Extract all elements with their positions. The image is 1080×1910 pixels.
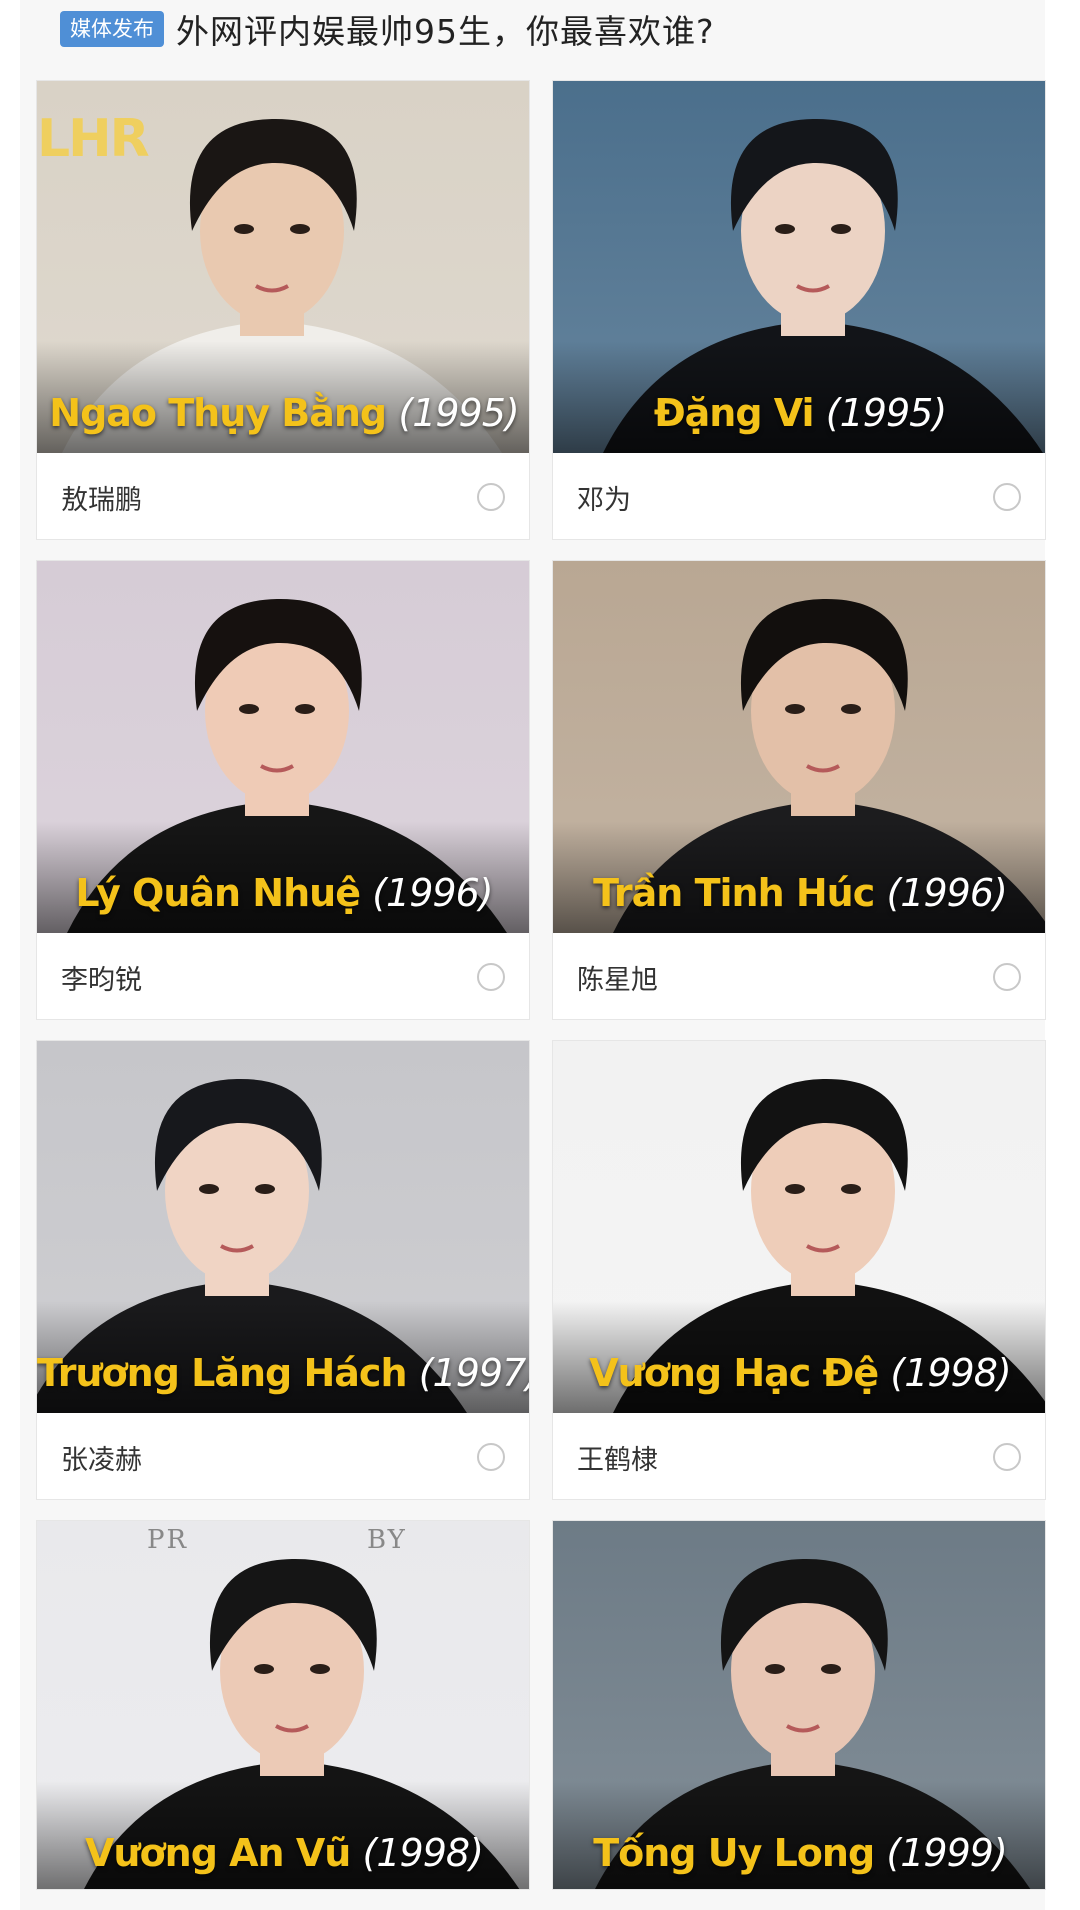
- caption-name: Vương An Vũ: [85, 1831, 351, 1875]
- candidate-photo: Đặng Vi (1995): [553, 81, 1045, 453]
- candidate-photo: Tống Uy Long (1999): [553, 1521, 1045, 1889]
- photo-caption: Lý Quân Nhuệ (1996): [37, 871, 529, 915]
- option-row[interactable]: 敖瑞鹏: [37, 453, 529, 539]
- caption-year: (1998): [890, 1351, 1011, 1395]
- caption-space: [814, 391, 826, 435]
- candidate-card[interactable]: LHR Ngao Thụy Bằng (1995) 敖瑞鹏: [36, 80, 530, 540]
- caption-name: Trần Tinh Húc: [593, 871, 875, 915]
- option-label: 敖瑞鹏: [61, 484, 142, 516]
- option-label: 李昀锐: [61, 964, 142, 996]
- option-radio[interactable]: [993, 1443, 1021, 1471]
- caption-space: [874, 871, 886, 915]
- backdrop-text-left: PR: [147, 1525, 189, 1555]
- photo-caption: Ngao Thụy Bằng (1995): [37, 391, 529, 435]
- candidate-photo: Trương Lăng Hách (1997): [37, 1041, 530, 1413]
- caption-year: (1996): [886, 871, 1007, 915]
- option-radio[interactable]: [993, 483, 1021, 511]
- option-radio[interactable]: [477, 1443, 505, 1471]
- poll-header: 媒体发布 外网评内娱最帅95生，你最喜欢谁?: [60, 0, 1040, 58]
- option-row[interactable]: 李昀锐: [37, 933, 529, 1019]
- poll-title: 外网评内娱最帅95生，你最喜欢谁?: [176, 12, 715, 51]
- caption-space: [878, 1351, 890, 1395]
- photo-caption: Trần Tinh Húc (1996): [553, 871, 1045, 915]
- caption-space: [407, 1351, 419, 1395]
- candidate-card[interactable]: Trần Tinh Húc (1996) 陈星旭: [552, 560, 1046, 1020]
- option-row[interactable]: 张凌赫: [37, 1413, 529, 1499]
- caption-year: (1997): [418, 1351, 530, 1395]
- caption-year: (1996): [372, 871, 493, 915]
- option-row[interactable]: 邓为: [553, 453, 1045, 539]
- candidate-photo: Lý Quân Nhuệ (1996): [37, 561, 529, 933]
- caption-space: [874, 1831, 886, 1875]
- option-radio[interactable]: [477, 483, 505, 511]
- caption-name: Lý Quân Nhuệ: [75, 871, 361, 915]
- caption-year: (1998): [362, 1831, 484, 1875]
- option-radio[interactable]: [477, 963, 505, 991]
- caption-name: Trương Lăng Hách: [37, 1351, 407, 1395]
- caption-year: (1995): [825, 391, 947, 435]
- candidate-photo: Trần Tinh Húc (1996): [553, 561, 1045, 933]
- caption-space: [360, 871, 372, 915]
- caption-space: [350, 1831, 362, 1875]
- candidate-card[interactable]: PR BY Vương An Vũ (1998): [36, 1520, 530, 1890]
- caption-name: Vương Hạc Đệ: [589, 1351, 879, 1395]
- backdrop-text-right: BY: [367, 1525, 407, 1555]
- lhr-logo: LHR: [37, 109, 150, 169]
- media-tag[interactable]: 媒体发布: [60, 11, 164, 47]
- photo-caption: Tống Uy Long (1999): [553, 1831, 1045, 1875]
- candidate-photo: PR BY Vương An Vũ (1998): [37, 1521, 529, 1889]
- candidate-card[interactable]: Trương Lăng Hách (1997) 张凌赫: [36, 1040, 530, 1500]
- option-row[interactable]: 陈星旭: [553, 933, 1045, 1019]
- option-label: 陈星旭: [577, 964, 658, 996]
- option-row[interactable]: 王鹤棣: [553, 1413, 1045, 1499]
- option-label: 王鹤棣: [577, 1444, 658, 1476]
- candidate-photo: LHR Ngao Thụy Bằng (1995): [37, 81, 529, 453]
- photo-caption: Đặng Vi (1995): [553, 391, 1045, 435]
- candidate-grid: LHR Ngao Thụy Bằng (1995) 敖瑞鹏 Đặng Vi (1995…: [36, 80, 1046, 1890]
- caption-year: (1999): [886, 1831, 1007, 1875]
- candidate-photo: Vương Hạc Đệ (1998): [553, 1041, 1045, 1413]
- candidate-card[interactable]: Vương Hạc Đệ (1998) 王鹤棣: [552, 1040, 1046, 1500]
- option-radio[interactable]: [993, 963, 1021, 991]
- candidate-card[interactable]: Tống Uy Long (1999): [552, 1520, 1046, 1890]
- candidate-card[interactable]: Lý Quân Nhuệ (1996) 李昀锐: [36, 560, 530, 1020]
- photo-caption: Vương Hạc Đệ (1998): [553, 1351, 1045, 1395]
- caption-name: Tống Uy Long: [593, 1831, 875, 1875]
- photo-caption: Trương Lăng Hách (1997): [37, 1351, 530, 1395]
- option-label: 邓为: [577, 484, 631, 516]
- caption-space: [386, 391, 398, 435]
- caption-name: Ngao Thụy Bằng: [49, 391, 387, 435]
- caption-year: (1995): [398, 391, 519, 435]
- option-label: 张凌赫: [61, 1444, 142, 1476]
- photo-caption: Vương An Vũ (1998): [37, 1831, 529, 1875]
- candidate-card[interactable]: Đặng Vi (1995) 邓为: [552, 80, 1046, 540]
- caption-name: Đặng Vi: [653, 391, 815, 435]
